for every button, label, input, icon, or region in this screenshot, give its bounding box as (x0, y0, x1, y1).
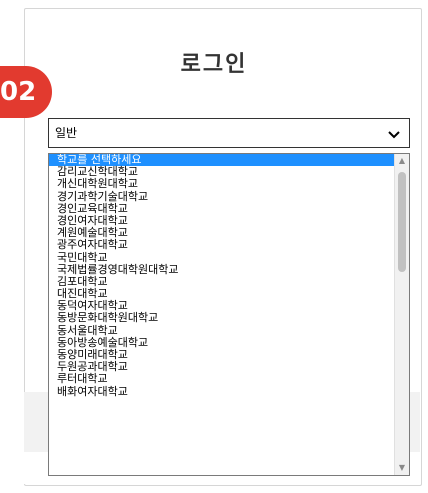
scrollbar[interactable]: ▲ ▼ (394, 154, 409, 475)
step-badge-number: 02 (0, 77, 37, 107)
school-option[interactable]: 국민대학교 (49, 251, 409, 264)
school-option[interactable]: 동방문화대학원대학교 (49, 312, 409, 324)
scroll-up-arrow-icon[interactable]: ▲ (395, 154, 409, 168)
school-option[interactable]: 루터대학교 (49, 373, 409, 385)
user-type-select[interactable]: 일반 (48, 118, 410, 148)
page-title: 로그인 (180, 52, 248, 77)
school-listbox[interactable]: 학교를 선택하세요 감리교신학대학교 개신대학원대학교 경기과학기술대학교 경인교육대학… (48, 153, 410, 476)
chevron-down-icon (388, 131, 400, 139)
school-option[interactable]: 개신대학원대학교 (49, 178, 409, 190)
school-option[interactable]: 광주여자대학교 (49, 239, 409, 251)
school-option[interactable]: 동서울대학교 (49, 324, 409, 337)
step-badge: 02 (0, 66, 52, 118)
scrollbar-thumb[interactable] (398, 172, 406, 272)
school-option[interactable]: 배화여자대학교 (49, 385, 409, 398)
user-type-select-value: 일반 (55, 126, 78, 140)
scroll-down-arrow-icon[interactable]: ▼ (395, 461, 409, 475)
school-option[interactable]: 경기과학기술대학교 (49, 190, 409, 203)
school-options: 학교를 선택하세요 감리교신학대학교 개신대학원대학교 경기과학기술대학교 경인교육대학… (49, 154, 409, 398)
